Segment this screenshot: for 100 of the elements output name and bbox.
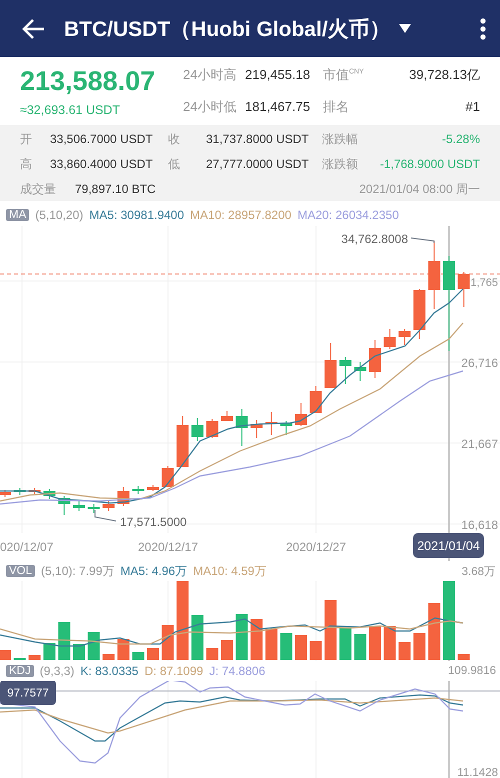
detail-label: 低 (168, 156, 181, 173)
detail-label: 高 (20, 156, 33, 173)
volume-bar (102, 654, 115, 660)
volume-bar (265, 629, 278, 660)
timestamp: 2021/01/04 08:00 周一 (358, 181, 480, 198)
volume-bar (428, 603, 440, 660)
volume-bar (413, 633, 426, 660)
indicator-value: MA10: 28957.8200 (190, 208, 292, 222)
kdj-axis-label: 109.9816 (448, 665, 496, 677)
candle (43, 488, 56, 500)
candle (14, 488, 26, 496)
date-label: 2020/12/17 (138, 540, 198, 554)
volume-bar (117, 639, 130, 660)
leader-line (410, 238, 434, 244)
volume-bar (310, 641, 322, 660)
volume-bar (458, 654, 470, 660)
volume-bar (369, 626, 381, 660)
stat-value: 39,728.13亿 (408, 66, 480, 84)
candle (88, 504, 100, 514)
candle (206, 418, 218, 438)
candle (221, 410, 233, 422)
price-axis-label: 16,618 (461, 518, 498, 532)
detail-label: 涨跌幅 (322, 131, 359, 148)
candle (147, 484, 159, 492)
last-price: 213,588.07 (20, 66, 156, 96)
detail-label: 收 (168, 131, 181, 148)
candle (324, 342, 337, 388)
crosshair-value-badge (0, 681, 56, 705)
candle (310, 386, 322, 414)
candle (102, 500, 115, 512)
converted-price: ≈32,693.61 USDT (20, 102, 121, 116)
indicator-value: K: 83.0335 (80, 664, 138, 678)
candle (280, 420, 292, 436)
date-label: 020/12/07 (0, 540, 54, 554)
volume-bar (221, 640, 233, 660)
detail-value: -5.28% (440, 132, 480, 146)
volume-bar (162, 625, 174, 660)
volume-bar (280, 633, 292, 660)
stat-value: #1 (464, 99, 480, 114)
volume-bar (43, 643, 56, 660)
indicator-params: (5,10): 7.99万 (41, 562, 114, 580)
indicator-badge[interactable]: KDJ (6, 665, 34, 677)
crosshair-date: 2021/01/04 (417, 539, 480, 553)
volume-bar (73, 644, 85, 660)
indicator-params: (5,10,20) (35, 208, 84, 222)
detail-value: 31,737.8000 USDT (206, 132, 310, 146)
volume-bar (206, 648, 218, 660)
candle (398, 328, 411, 346)
detail-value: 33,860.4000 USDT (50, 157, 154, 171)
indicator-value: D: 87.1099 (144, 664, 204, 678)
indicator-value: MA5: 30981.9400 (89, 208, 184, 222)
detail-value: -1,768.9000 USDT (378, 157, 480, 171)
candle (354, 362, 366, 382)
volume-bar (398, 642, 411, 660)
detail-value: 27,777.0000 USDT (206, 157, 310, 171)
detail-label: 成交量 (20, 181, 57, 198)
stat-value: 219,455.18 (245, 67, 312, 82)
volume-axis-label: 3.68万 (462, 564, 496, 578)
volume-bar (324, 600, 337, 660)
candle (73, 500, 85, 512)
indicator-value: MA20: 26034.2350 (297, 208, 399, 222)
candle (428, 240, 440, 310)
candle (413, 288, 426, 340)
candle (162, 466, 174, 488)
price-axis-label: 26,716 (461, 356, 498, 370)
candle (458, 272, 470, 308)
price-axis-label: 21,667 (461, 437, 498, 451)
volume-bar (88, 632, 100, 660)
candle (265, 412, 278, 436)
kdj-axis-label: 11.1428 (457, 767, 498, 778)
volume-bar (384, 626, 396, 660)
candle (176, 416, 189, 468)
detail-label: 开 (20, 131, 33, 148)
candle (132, 486, 144, 494)
stat-label: 排名 (323, 98, 350, 116)
back-arrow-icon[interactable] (22, 18, 46, 40)
stat-value: 181,467.75 (245, 99, 312, 114)
date-label: 2020/12/27 (286, 540, 346, 554)
indicator-value: MA5: 4.96万 (120, 562, 188, 580)
volume-bar (191, 615, 204, 660)
indicator-badge[interactable]: VOL (6, 565, 36, 577)
more-menu-icon[interactable] (480, 18, 486, 40)
candle (339, 356, 352, 384)
caret-icon[interactable] (398, 24, 411, 33)
indicator-badge[interactable]: MA (6, 209, 30, 221)
price-axis-label: 1,765 (470, 277, 498, 289)
volume-bar (0, 650, 11, 660)
stat-label: 24小时低 (183, 98, 238, 116)
volume-bar (147, 648, 159, 660)
volume-bar (339, 628, 352, 660)
candle (369, 340, 381, 378)
volume-bar (250, 619, 263, 660)
stat-label: 市值$^{CNY}$ (323, 66, 365, 84)
candle (384, 328, 396, 350)
candle (0, 490, 11, 498)
leader-line (94, 510, 116, 522)
volume-bar (132, 652, 144, 660)
crosshair-date-badge (413, 533, 484, 558)
detail-label: 涨跌额 (322, 156, 359, 173)
indicator-params: (9,3,3) (40, 664, 74, 678)
